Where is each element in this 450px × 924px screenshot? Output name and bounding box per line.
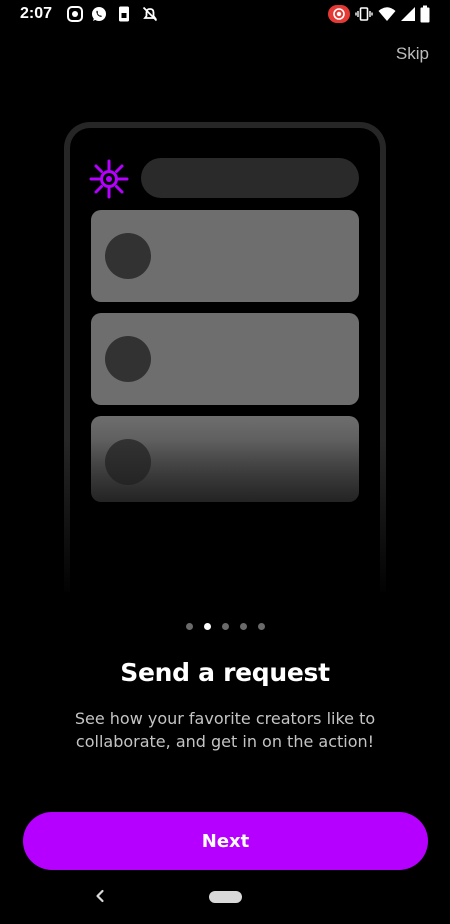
page-dot-active bbox=[203, 623, 211, 630]
illustration-fade bbox=[50, 440, 400, 600]
home-pill-icon[interactable] bbox=[209, 891, 242, 903]
status-time: 2:07 bbox=[20, 5, 53, 22]
onboarding-title: Send a request bbox=[120, 658, 330, 687]
illustration-search-bar bbox=[141, 158, 359, 198]
screen-record-icon bbox=[67, 6, 83, 22]
signal-icon bbox=[401, 7, 415, 21]
sparkle-logo-icon bbox=[89, 159, 129, 199]
recording-indicator-icon bbox=[328, 5, 350, 23]
status-bar: 2:07 bbox=[0, 0, 450, 28]
onboarding-subtitle: See how your favorite creators like to c… bbox=[74, 709, 376, 751]
sim-icon bbox=[119, 6, 129, 22]
illustration-card bbox=[91, 210, 359, 302]
page-dot bbox=[185, 623, 193, 630]
back-icon[interactable] bbox=[90, 886, 110, 906]
illustration-avatar bbox=[105, 336, 151, 382]
illustration-card bbox=[91, 313, 359, 405]
page-dot bbox=[239, 623, 247, 630]
illustration-avatar bbox=[105, 233, 151, 279]
page-dot bbox=[221, 623, 229, 630]
vibrate-icon bbox=[355, 7, 373, 21]
battery-icon bbox=[420, 5, 430, 23]
page-dot bbox=[257, 623, 265, 630]
whatsapp-icon bbox=[92, 7, 106, 21]
notifications-off-icon bbox=[142, 6, 158, 22]
next-button[interactable]: Next bbox=[23, 812, 428, 870]
page-indicator bbox=[0, 623, 450, 631]
wifi-icon bbox=[378, 7, 396, 21]
skip-button[interactable]: Skip bbox=[396, 44, 429, 64]
